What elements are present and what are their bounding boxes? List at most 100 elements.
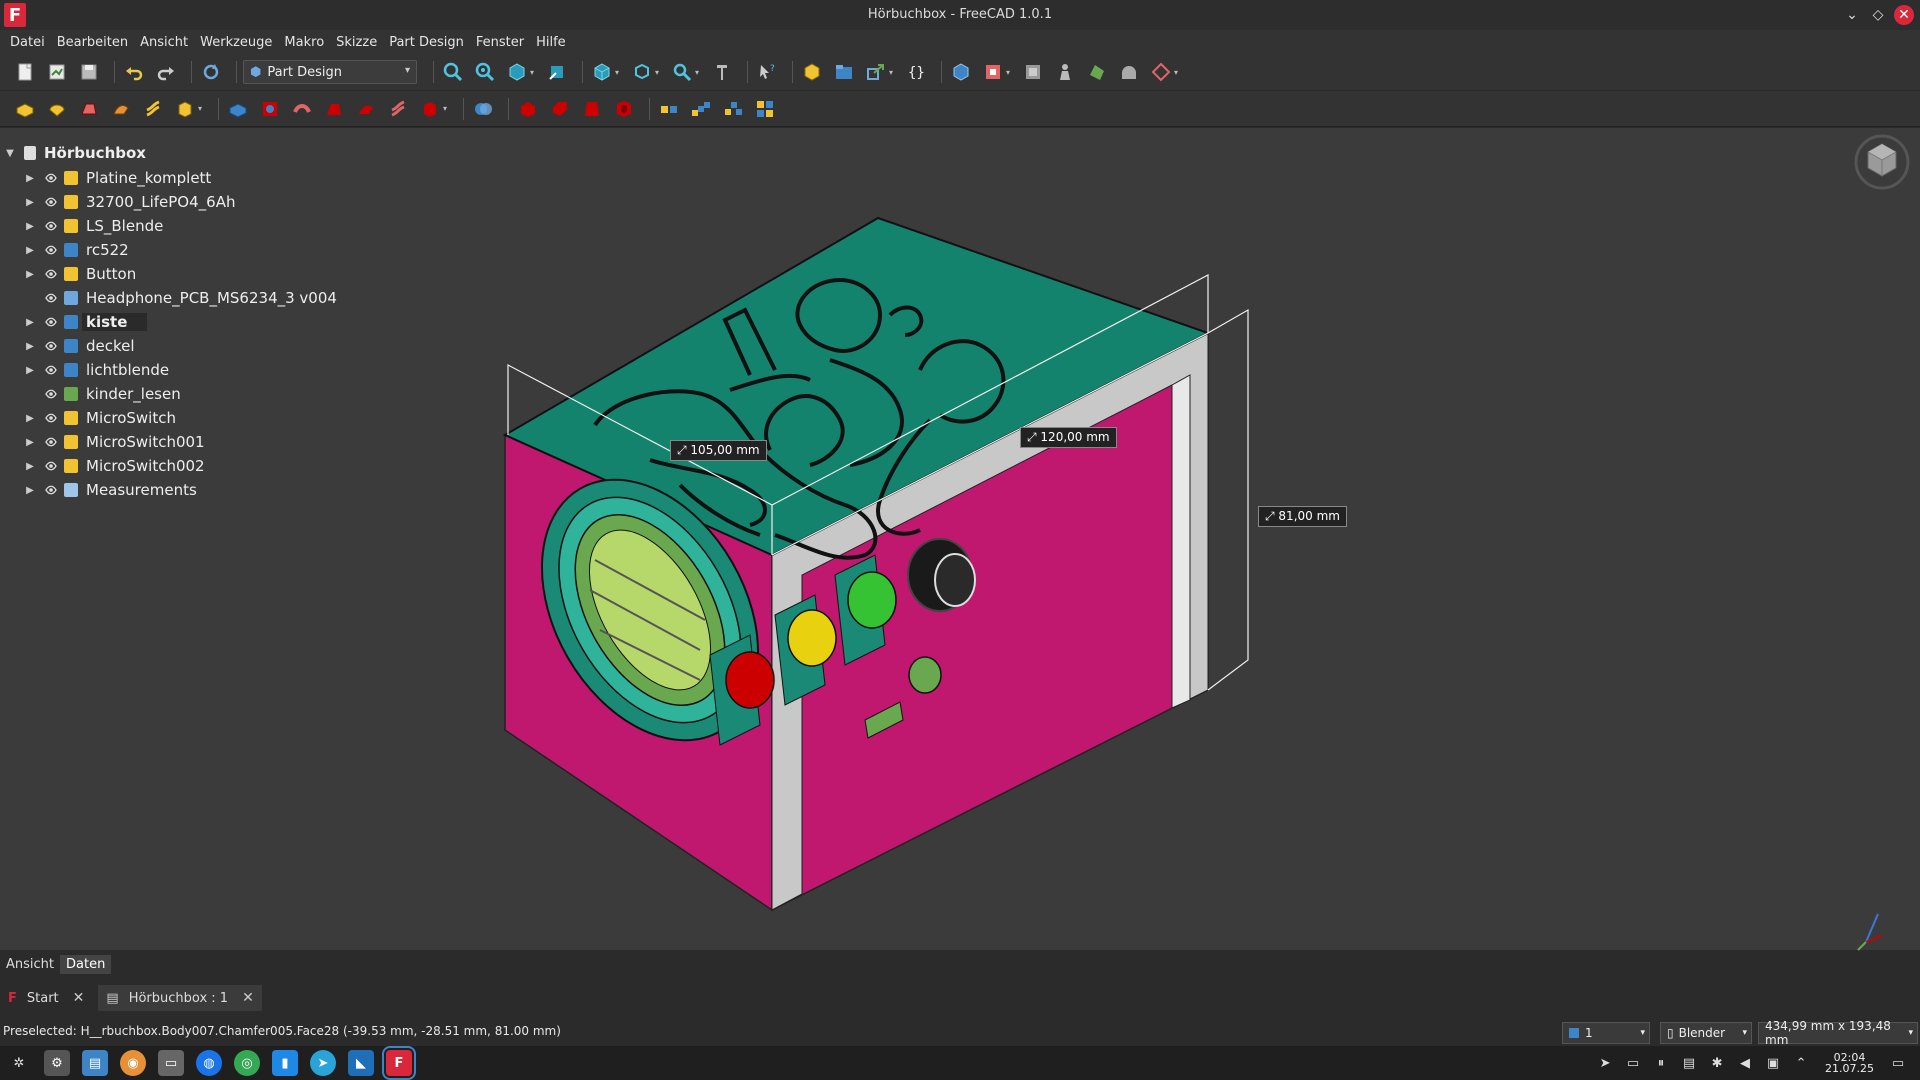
chevron-right-icon[interactable]: ▶ xyxy=(24,317,36,328)
clock[interactable]: 02:04 21.07.25 xyxy=(1825,1052,1874,1074)
chevron-down-icon[interactable]: ▾ xyxy=(1174,68,1182,77)
subtractive-pipe-icon[interactable] xyxy=(353,96,379,122)
tree-item[interactable]: ▶ kiste xyxy=(0,310,420,334)
chevron-up-icon[interactable]: ⌃ xyxy=(1792,1054,1810,1072)
tab-daten[interactable]: Daten xyxy=(60,954,112,974)
eye-icon[interactable] xyxy=(44,267,58,281)
storage-icon[interactable]: ▭ xyxy=(1624,1054,1642,1072)
chevron-right-icon[interactable]: ▶ xyxy=(24,173,36,184)
eye-icon[interactable] xyxy=(44,387,58,401)
tree-item[interactable]: Headphone_PCB_MS6234_3 v004 xyxy=(0,286,420,310)
fillet-icon[interactable] xyxy=(515,96,541,122)
settings-icon[interactable]: ⚙ xyxy=(44,1050,70,1076)
tab-start[interactable]: F Start ✕ xyxy=(0,985,92,1011)
additive-pipe-icon[interactable] xyxy=(108,96,134,122)
additive-helix-icon[interactable] xyxy=(140,96,166,122)
firefox-icon[interactable]: ◉ xyxy=(120,1050,146,1076)
vscode-icon[interactable]: ◣ xyxy=(348,1050,374,1076)
groove-icon[interactable] xyxy=(289,96,315,122)
multi-transform-icon[interactable] xyxy=(752,96,778,122)
close-icon[interactable]: ✕ xyxy=(242,990,254,1006)
tree-root-document[interactable]: ▼ Hörbuchbox xyxy=(0,140,420,166)
thickness-icon[interactable] xyxy=(611,96,637,122)
tree-item[interactable]: ▶ Measurements xyxy=(0,478,420,502)
chevron-down-icon[interactable]: ▾ xyxy=(1006,68,1014,77)
bluetooth-icon[interactable]: ✱ xyxy=(1708,1054,1726,1072)
eye-icon[interactable] xyxy=(44,195,58,209)
hoerbuchbox-model[interactable] xyxy=(500,210,1280,930)
revolution-icon[interactable] xyxy=(44,96,70,122)
attach-icon[interactable] xyxy=(1148,59,1174,85)
chevron-right-icon[interactable]: ▶ xyxy=(24,197,36,208)
tree-item[interactable]: ▶ Platine_komplett xyxy=(0,166,420,190)
maximize-icon[interactable]: ◇ xyxy=(1868,5,1888,25)
thunderbird-icon[interactable]: ◍ xyxy=(196,1050,222,1076)
hole-icon[interactable] xyxy=(257,96,283,122)
chrome-icon[interactable]: ◎ xyxy=(234,1050,260,1076)
additive-primitive-icon[interactable] xyxy=(172,96,198,122)
menu-werkzeuge[interactable]: Werkzeuge xyxy=(194,35,278,50)
tab-ansicht[interactable]: Ansicht xyxy=(0,955,60,974)
chevron-down-icon[interactable]: ▾ xyxy=(889,68,897,77)
polar-pattern-icon[interactable] xyxy=(720,96,746,122)
sketch-person-icon[interactable] xyxy=(1052,59,1078,85)
menu-bearbeiten[interactable]: Bearbeiten xyxy=(51,35,134,50)
tree-item[interactable]: ▶ 32700_LifePO4_6Ah xyxy=(0,190,420,214)
eye-icon[interactable] xyxy=(44,291,58,305)
tab-hoerbuchbox[interactable]: ▤ Hörbuchbox : 1 ✕ xyxy=(98,985,262,1011)
close-window-icon[interactable]: ✕ xyxy=(1894,5,1914,25)
network-icon[interactable]: ▣ xyxy=(1764,1054,1782,1072)
measure-icon[interactable] xyxy=(709,59,735,85)
open-document-icon[interactable] xyxy=(44,59,70,85)
chevron-right-icon[interactable]: ▶ xyxy=(24,341,36,352)
eye-icon[interactable] xyxy=(44,171,58,185)
chevron-down-icon[interactable]: ▾ xyxy=(443,104,451,113)
standard-views-icon[interactable] xyxy=(589,59,615,85)
chevron-right-icon[interactable]: ▶ xyxy=(24,461,36,472)
chevron-down-icon[interactable]: ▾ xyxy=(695,68,703,77)
navigation-style-selector[interactable]: ▯ Blender ▾ xyxy=(1660,1022,1752,1044)
eye-icon[interactable] xyxy=(44,411,58,425)
menu-hilfe[interactable]: Hilfe xyxy=(530,35,572,50)
whats-this-icon[interactable]: ? xyxy=(754,59,780,85)
tree-item[interactable]: ▶ MicroSwitch001 xyxy=(0,430,420,454)
tree-item[interactable]: kinder_lesen xyxy=(0,382,420,406)
subtractive-loft-icon[interactable] xyxy=(321,96,347,122)
tree-item[interactable]: ▶ lichtblende xyxy=(0,358,420,382)
mirrored-icon[interactable] xyxy=(656,96,682,122)
make-link-icon[interactable] xyxy=(863,59,889,85)
app-launcher-icon[interactable]: ✲ xyxy=(6,1050,32,1076)
chevron-right-icon[interactable]: ▶ xyxy=(24,437,36,448)
clipboard-icon[interactable]: ▤ xyxy=(1680,1054,1698,1072)
pad-icon[interactable] xyxy=(12,96,38,122)
navigation-cube[interactable] xyxy=(1852,132,1912,192)
chevron-down-icon[interactable]: ▾ xyxy=(530,68,538,77)
menu-fenster[interactable]: Fenster xyxy=(470,35,530,50)
chevron-down-icon[interactable]: ▾ xyxy=(615,68,623,77)
redo-icon[interactable] xyxy=(153,59,179,85)
file-manager-alt-icon[interactable]: ▭ xyxy=(158,1050,184,1076)
minimize-icon[interactable]: ⌄ xyxy=(1842,5,1862,25)
refresh-icon[interactable] xyxy=(198,59,224,85)
chevron-right-icon[interactable]: ▶ xyxy=(24,485,36,496)
eye-icon[interactable] xyxy=(44,483,58,497)
chevron-right-icon[interactable]: ▶ xyxy=(24,365,36,376)
draft-icon[interactable] xyxy=(579,96,605,122)
chevron-right-icon[interactable]: ▶ xyxy=(24,245,36,256)
subtractive-primitive-icon[interactable] xyxy=(417,96,443,122)
menu-skizze[interactable]: Skizze xyxy=(330,35,383,50)
pause-icon[interactable]: ⏸ xyxy=(1652,1054,1670,1072)
chevron-down-icon[interactable]: ▾ xyxy=(655,68,663,77)
undo-icon[interactable] xyxy=(121,59,147,85)
eye-icon[interactable] xyxy=(44,315,58,329)
tree-item[interactable]: ▶ MicroSwitch xyxy=(0,406,420,430)
validate-sketch-icon[interactable] xyxy=(1116,59,1142,85)
create-body-icon[interactable] xyxy=(948,59,974,85)
pocket-icon[interactable] xyxy=(225,96,251,122)
view-isometric-icon[interactable] xyxy=(504,59,530,85)
volume-icon[interactable]: ◀ xyxy=(1736,1054,1754,1072)
menu-makro[interactable]: Makro xyxy=(278,35,330,50)
fit-all-icon[interactable] xyxy=(440,59,466,85)
shape-binder-icon[interactable] xyxy=(980,59,1006,85)
tree-item[interactable]: ▶ MicroSwitch002 xyxy=(0,454,420,478)
